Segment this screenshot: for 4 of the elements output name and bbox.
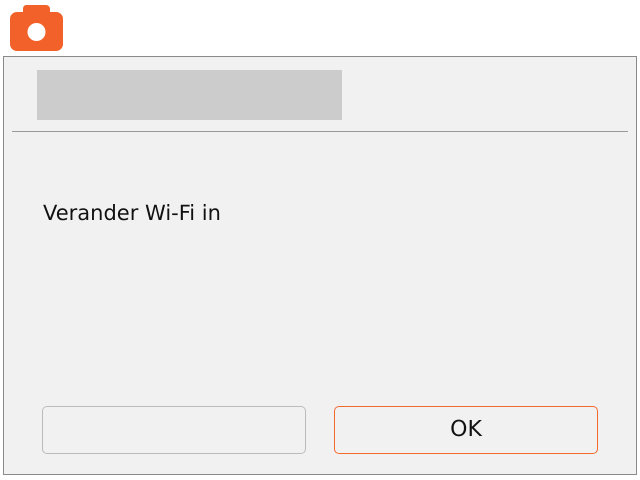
dialog-message: Verander Wi-Fi in (43, 200, 222, 227)
blank-button[interactable] (42, 406, 306, 454)
camera-icon (10, 5, 63, 51)
ok-button[interactable]: OK (334, 406, 598, 454)
